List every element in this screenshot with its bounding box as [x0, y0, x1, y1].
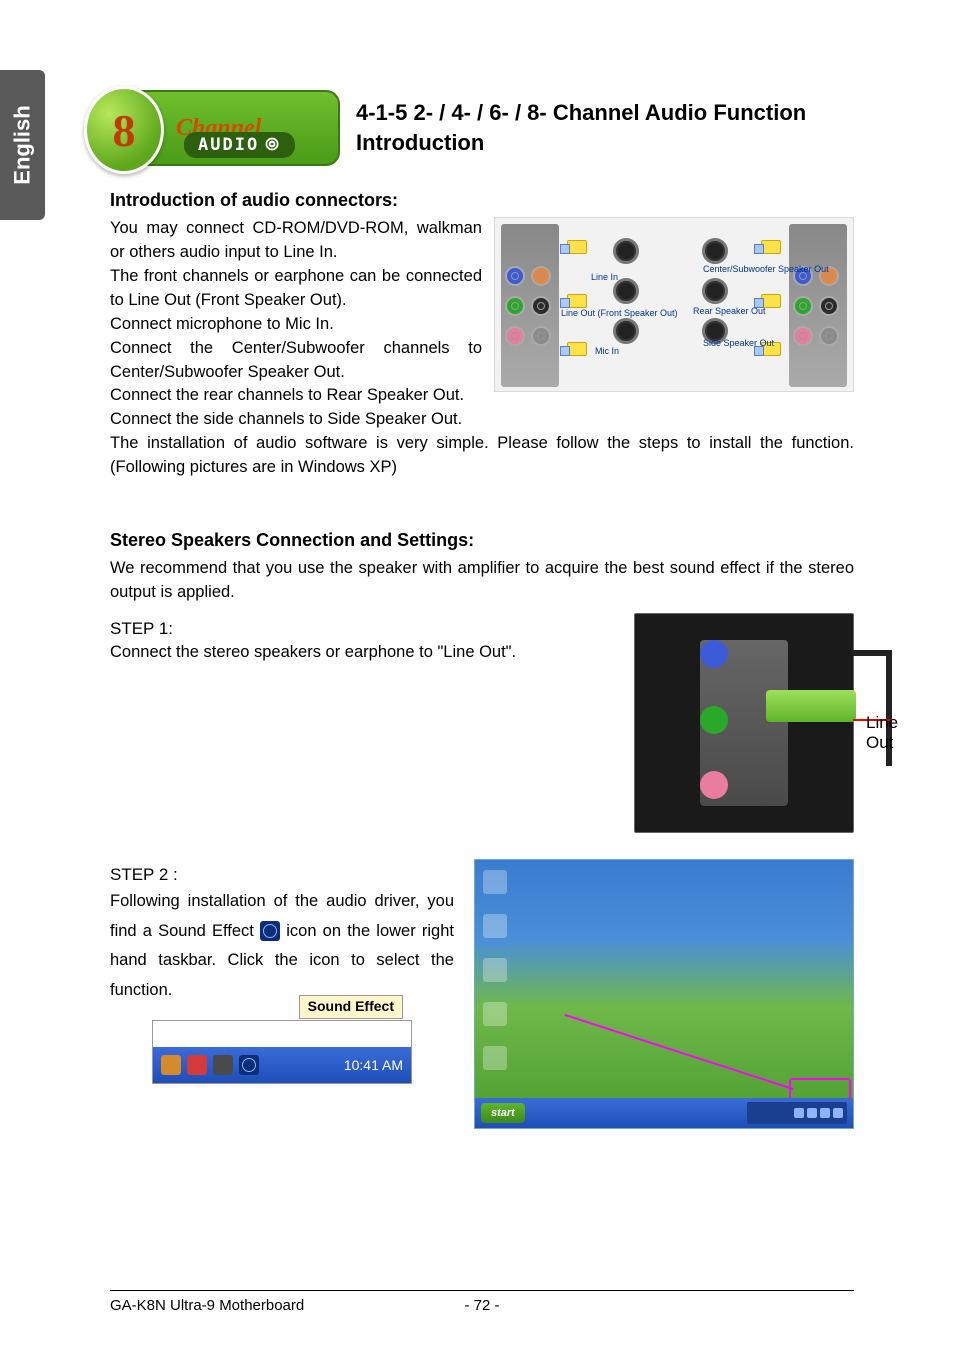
jack-icon — [531, 266, 551, 286]
center-jack-icon — [613, 238, 639, 264]
label-mic-in: Mic In — [595, 346, 619, 356]
plug-icon — [761, 240, 781, 256]
tray-icon[interactable] — [213, 1055, 233, 1075]
desktop-icons — [483, 870, 507, 1070]
jack-icon — [531, 296, 551, 316]
system-tray-bar: 10:41 AM — [153, 1047, 411, 1083]
start-button[interactable]: start — [481, 1103, 525, 1123]
step1-text: Connect the stereo speakers or earphone … — [110, 641, 614, 665]
green-plug-icon — [766, 690, 856, 722]
step2-row: STEP 2 : Following installation of the a… — [110, 859, 854, 1129]
audio-connector-diagram: Line In Line Out (Front Speaker Out) Mic… — [494, 217, 854, 392]
tray-highlight-box — [789, 1078, 851, 1100]
step1-row: STEP 1: Connect the stereo speakers or e… — [110, 613, 854, 833]
label-center-sub: Center/Subwoofer Speaker Out — [703, 264, 763, 274]
intro-tail: The installation of audio software is ve… — [110, 432, 854, 480]
label-line-out: Line Out (Front Speaker Out) — [561, 308, 621, 318]
speaker-icon: ⦾ — [265, 135, 281, 155]
tray-icon[interactable] — [820, 1108, 830, 1118]
plug-icon — [567, 342, 587, 358]
windows-desktop-screenshot: start — [474, 859, 854, 1129]
intro-line-1: You may connect CD-ROM/DVD-ROM, walkman … — [110, 217, 482, 265]
diagram-center-left — [613, 238, 639, 344]
system-tray — [747, 1102, 847, 1124]
label-rear-out: Rear Speaker Out — [693, 306, 763, 316]
tray-icon[interactable] — [833, 1108, 843, 1118]
intro-text-col: You may connect CD-ROM/DVD-ROM, walkman … — [110, 217, 482, 432]
stereo-intro: We recommend that you use the speaker wi… — [110, 557, 854, 605]
desktop-icon[interactable] — [483, 1002, 507, 1026]
jack-icon — [505, 296, 525, 316]
callout-line — [564, 1014, 793, 1090]
footer-page-number: - 72 - — [464, 1297, 499, 1314]
jack-icon — [505, 326, 525, 346]
intro-line-2: The front channels or earphone can be co… — [110, 265, 482, 313]
footer-model: GA-K8N Ultra-9 Motherboard — [110, 1297, 304, 1314]
jack-icon — [505, 266, 525, 286]
label-line-in: Line In — [591, 272, 618, 282]
logo-audio-text: AUDIO ⦾ — [184, 132, 295, 158]
step1-photo-wrap: Line Out — [634, 613, 854, 833]
intro-line-4: Connect the Center/Subwoofer channels to… — [110, 337, 482, 385]
step2-text-col: STEP 2 : Following installation of the a… — [110, 859, 454, 1084]
jack-icon — [819, 326, 839, 346]
center-jack-icon — [702, 278, 728, 304]
channel-audio-logo: 8 Channel AUDIO ⦾ — [110, 90, 340, 166]
desktop-icon[interactable] — [483, 958, 507, 982]
diagram-center-right — [702, 238, 728, 344]
intro-heading: Introduction of audio connectors: — [110, 190, 854, 211]
diagram-right-panel — [789, 224, 847, 387]
logo-digit-eight: 8 — [84, 86, 164, 174]
tray-icon[interactable] — [161, 1055, 181, 1075]
tray-icon[interactable] — [187, 1055, 207, 1075]
tray-icon[interactable] — [807, 1108, 817, 1118]
desktop-icon[interactable] — [483, 870, 507, 894]
jack-icon — [531, 326, 551, 346]
lineout-label: Line Out — [866, 713, 898, 753]
section-title-block: 4-1-5 2- / 4- / 6- / 8- Channel Audio Fu… — [356, 98, 854, 157]
step1-label: STEP 1: — [110, 619, 614, 639]
taskbar-tooltip-figure: Sound Effect 10:41 AM — [152, 1020, 412, 1084]
rear-panel-photo — [634, 613, 854, 833]
step1-text-col: STEP 1: Connect the stereo speakers or e… — [110, 613, 614, 665]
sound-effect-icon — [260, 921, 280, 941]
tray-icon[interactable] — [794, 1108, 804, 1118]
windows-taskbar: start — [475, 1098, 853, 1128]
intro-line-5: Connect the rear channels to Rear Speake… — [110, 384, 482, 408]
step2-label: STEP 2 : — [110, 865, 454, 885]
intro-line-3: Connect microphone to Mic In. — [110, 313, 482, 337]
center-jack-icon — [613, 318, 639, 344]
sound-effect-tray-icon[interactable] — [239, 1055, 259, 1075]
jack-icon — [819, 296, 839, 316]
jack-icon — [793, 296, 813, 316]
plug-icon — [567, 240, 587, 256]
step2-text: Following installation of the audio driv… — [110, 887, 454, 1006]
label-side-out: Side Speaker Out — [703, 338, 763, 348]
header: 8 Channel AUDIO ⦾ 4-1-5 2- / 4- / 6- / 8… — [110, 90, 854, 166]
jack-icon — [793, 326, 813, 346]
page-footer: GA-K8N Ultra-9 Motherboard - 72 - — [110, 1290, 854, 1314]
diagram-left-panel — [501, 224, 559, 387]
desktop-icon[interactable] — [483, 1046, 507, 1070]
section-title: 4-1-5 2- / 4- / 6- / 8- Channel Audio Fu… — [356, 98, 854, 157]
tooltip-label: Sound Effect — [299, 995, 403, 1019]
center-jack-icon — [702, 238, 728, 264]
logo-audio-label: AUDIO — [198, 135, 259, 155]
jack-green-icon — [700, 706, 728, 734]
tray-time: 10:41 AM — [344, 1057, 403, 1073]
intro-row: You may connect CD-ROM/DVD-ROM, walkman … — [110, 217, 854, 432]
stereo-heading: Stereo Speakers Connection and Settings: — [110, 530, 854, 551]
page-content: 8 Channel AUDIO ⦾ 4-1-5 2- / 4- / 6- / 8… — [0, 0, 954, 1354]
desktop-icon[interactable] — [483, 914, 507, 938]
intro-line-6: Connect the side channels to Side Speake… — [110, 408, 482, 432]
